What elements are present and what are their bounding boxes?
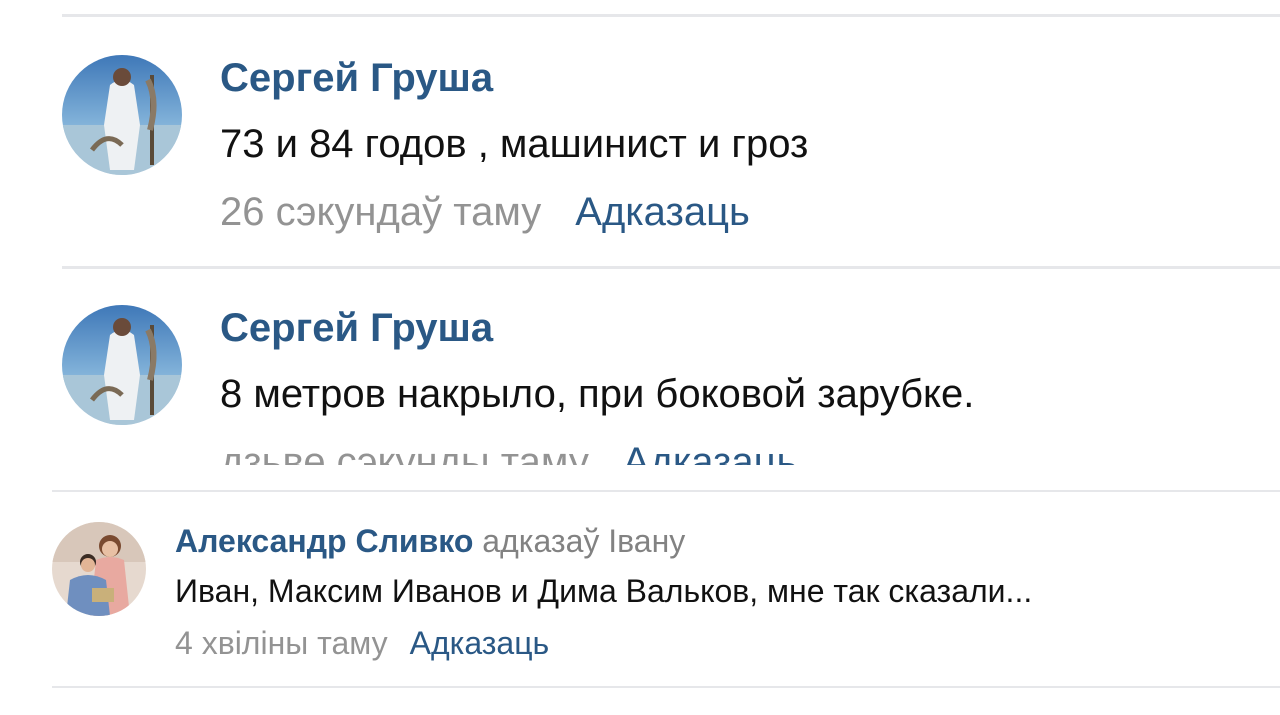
author-avatar[interactable] xyxy=(52,522,146,616)
comment-author-name[interactable]: Александр Сливко xyxy=(175,523,473,559)
comment-author[interactable]: Александр Сливко адказаў Івану xyxy=(175,523,685,560)
reply-button[interactable]: Адказаць xyxy=(623,440,798,465)
divider xyxy=(62,266,1280,269)
reply-button[interactable]: Адказаць xyxy=(410,625,550,661)
comment-text: 8 метров накрыло, при боковой зарубке. xyxy=(220,372,975,416)
comment-timestamp[interactable]: 4 хвіліны таму xyxy=(175,625,388,661)
comment-timestamp[interactable]: 26 сэкундаў таму xyxy=(220,190,541,234)
divider xyxy=(52,490,1280,492)
fisherman-avatar-icon xyxy=(62,305,182,425)
divider-bottom xyxy=(52,686,1280,688)
comment-text: Иван, Максим Иванов и Дима Вальков, мне … xyxy=(175,573,1033,609)
comment-author[interactable]: Сергей Груша xyxy=(220,306,493,351)
comment-text: 73 и 84 годов , машинист и гроз xyxy=(220,122,809,166)
comment-meta: 4 хвіліны таму Адказаць xyxy=(175,625,549,662)
author-avatar[interactable] xyxy=(62,305,182,425)
comment-meta: дзьве сэкунды таму Адказаць xyxy=(220,440,797,465)
comment-clip: Сергей Груша 8 метров накрыло, при боков… xyxy=(0,270,1280,465)
comment-meta: 26 сэкундаў таму Адказаць xyxy=(220,190,750,235)
fisherman-avatar-icon xyxy=(62,55,182,175)
comment-author[interactable]: Сергей Груша xyxy=(220,56,493,101)
replied-to-label[interactable]: адказаў Івану xyxy=(482,523,685,559)
divider-top xyxy=(62,14,1280,17)
reply-button[interactable]: Адказаць xyxy=(575,190,750,234)
comment-timestamp[interactable]: дзьве сэкунды таму xyxy=(220,440,589,465)
author-avatar[interactable] xyxy=(62,55,182,175)
couple-avatar-icon xyxy=(52,522,146,616)
